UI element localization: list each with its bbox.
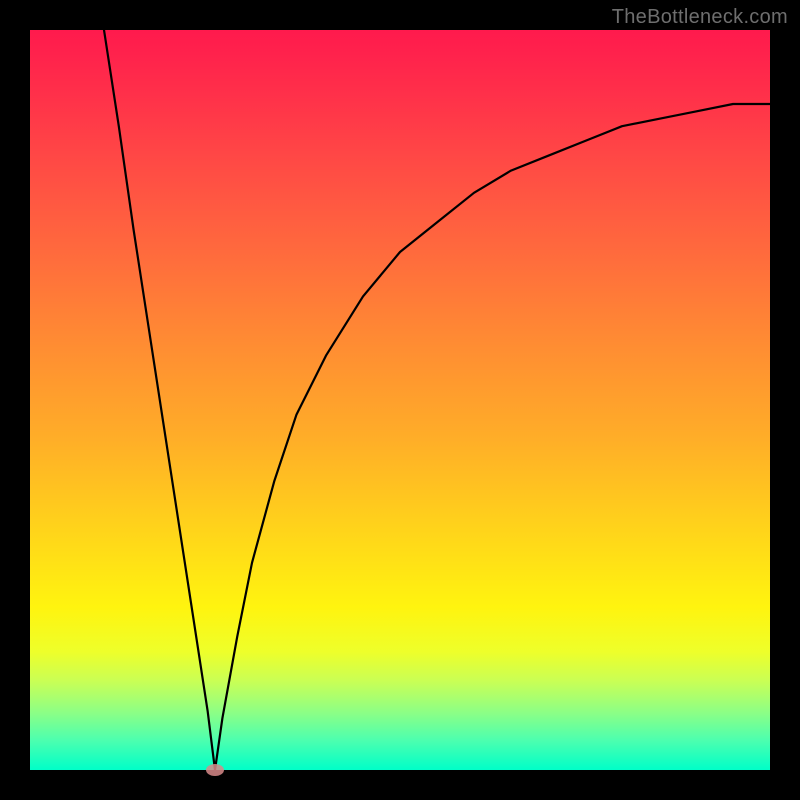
minimum-marker <box>206 764 224 776</box>
chart-frame: TheBottleneck.com <box>0 0 800 800</box>
plot-area <box>30 30 770 770</box>
bottleneck-curve <box>30 30 770 770</box>
watermark-text: TheBottleneck.com <box>612 6 788 29</box>
